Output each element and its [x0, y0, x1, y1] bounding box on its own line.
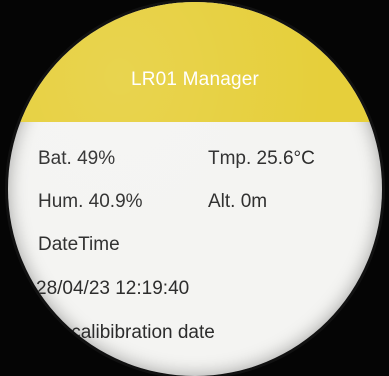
datetime-label: DateTime	[38, 234, 120, 255]
altitude-reading: Alt. 0m	[208, 191, 268, 212]
app-title-bar: LR01 Manager	[8, 2, 382, 122]
battery-reading: Bat. 49%	[38, 148, 116, 169]
temperature-reading: Tmp. 25.6°C	[208, 148, 315, 169]
device-photo-background: LR01 Manager Bat. 49% Tmp. 25.6°C Hum. 4…	[0, 0, 389, 376]
humidity-reading: Hum. 40.9%	[38, 191, 143, 212]
round-watch-screen: LR01 Manager Bat. 49% Tmp. 25.6°C Hum. 4…	[8, 2, 382, 376]
datetime-value: 28/04/23 12:19:40	[36, 278, 190, 299]
calibration-date-label[interactable]: Last calibibration date	[30, 322, 215, 344]
app-title: LR01 Manager	[130, 69, 260, 90]
